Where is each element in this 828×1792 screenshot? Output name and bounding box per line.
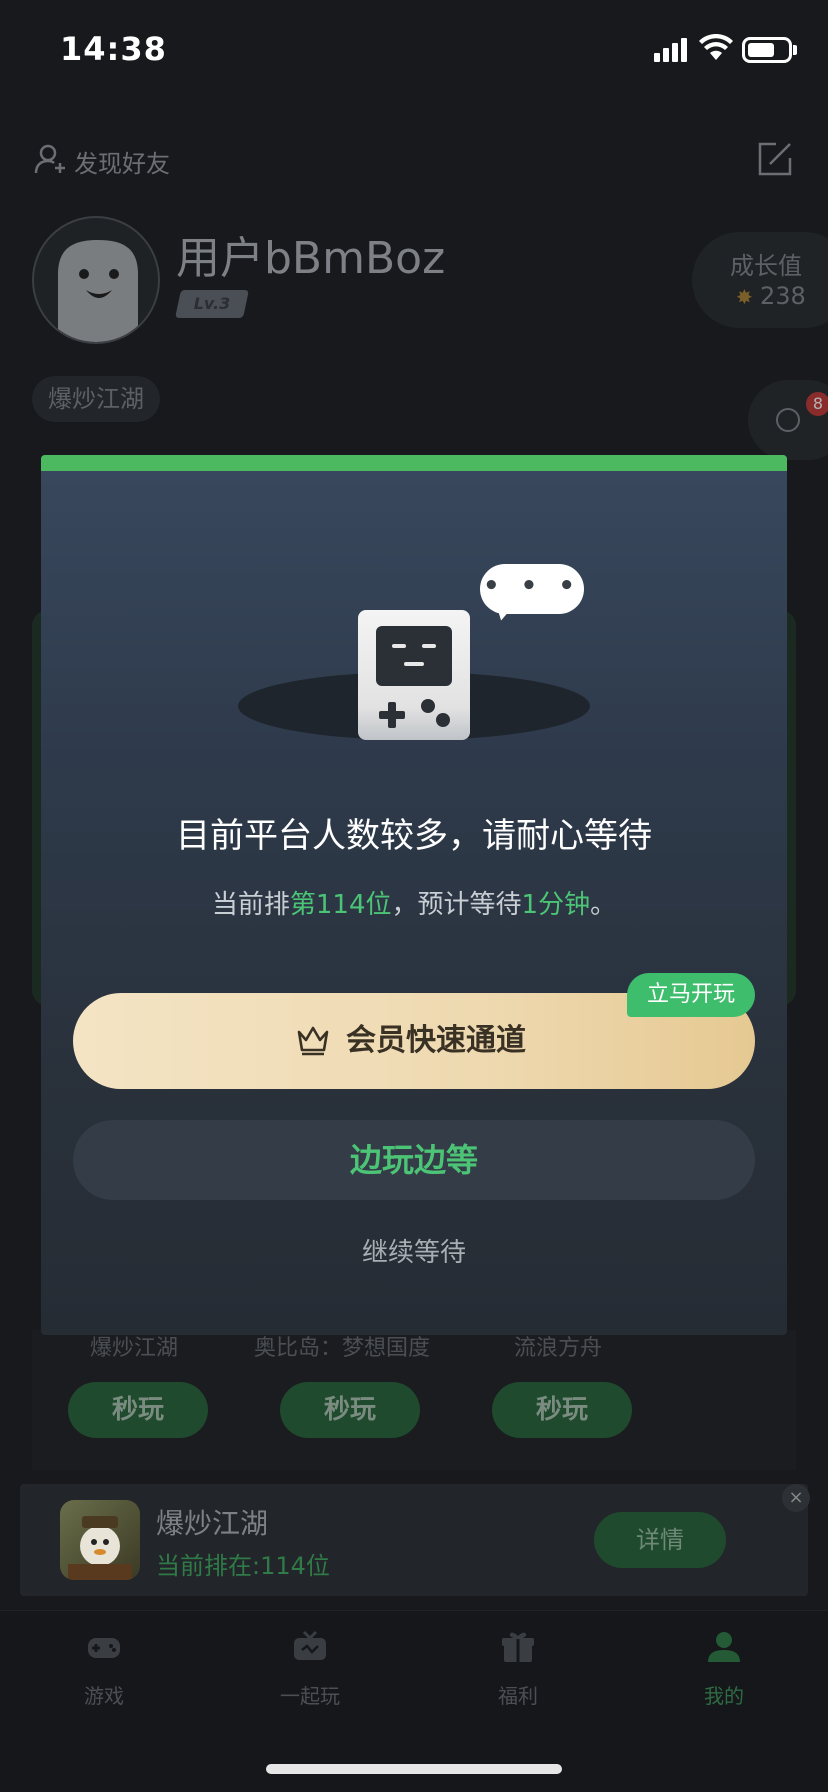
wifi-icon	[699, 34, 733, 60]
home-indicator[interactable]	[266, 1764, 562, 1774]
level-label: Lv.3	[193, 294, 231, 313]
tab-benefits[interactable]: 福利	[458, 1630, 578, 1709]
tab-games[interactable]: 游戏	[44, 1630, 164, 1709]
play-now-tag: 立马开玩	[627, 973, 755, 1017]
battery-icon	[742, 37, 792, 63]
growth-value: 238	[760, 282, 806, 310]
modal-title: 目前平台人数较多，请耐心等待	[176, 816, 652, 856]
avatar[interactable]	[32, 216, 160, 344]
level-badge: Lv.3	[175, 290, 249, 318]
close-icon[interactable]: ×	[782, 1484, 810, 1512]
gamepad-icon	[88, 1638, 120, 1658]
instant-play-button[interactable]: 秒玩	[68, 1382, 208, 1438]
tab-label: 游戏	[84, 1684, 124, 1708]
continue-waiting-button[interactable]: 继续等待	[41, 1232, 787, 1269]
game-chip-label: 爆炒江湖	[48, 385, 144, 413]
battery-tip	[793, 45, 797, 55]
game-art-icon	[68, 1516, 132, 1580]
queue-info-prefix: 当前排	[211, 890, 290, 920]
user-icon	[708, 1632, 740, 1662]
growth-label: 成长值	[730, 252, 802, 280]
instant-play-button[interactable]: 秒玩	[280, 1382, 420, 1438]
tab-label: 福利	[498, 1684, 538, 1708]
tab-label: 一起玩	[280, 1684, 340, 1708]
edit-icon[interactable]	[756, 140, 794, 178]
game-thumbnail	[60, 1500, 140, 1580]
queue-info-suffix: 。	[590, 890, 617, 920]
tv-icon	[294, 1630, 326, 1660]
tab-label: 我的	[704, 1684, 744, 1708]
add-friend-icon[interactable]	[34, 142, 68, 176]
queue-position: 第114位	[289, 890, 392, 920]
game-console-icon	[358, 610, 470, 740]
tab-play-together[interactable]: 一起玩	[250, 1630, 370, 1709]
message-icon	[776, 408, 800, 432]
star-icon: ✸	[736, 285, 753, 309]
game-chip[interactable]: 爆炒江湖	[32, 376, 160, 422]
gift-icon	[502, 1632, 534, 1662]
signal-icon	[654, 38, 688, 62]
detail-button[interactable]: 详情	[594, 1512, 726, 1568]
status-time: 14:38	[60, 30, 167, 68]
queue-status: 当前排在:114位	[156, 1552, 330, 1580]
tab-mine[interactable]: 我的	[664, 1630, 784, 1709]
username: 用户bBmBoz	[176, 233, 446, 284]
modal-top-accent	[41, 455, 787, 471]
queue-info: 当前排第114位，预计等待1分钟。	[41, 884, 787, 921]
queue-info-middle: ，预计等待	[391, 890, 522, 920]
find-friends-label[interactable]: 发现好友	[74, 144, 170, 179]
queue-title: 爆炒江湖	[156, 1507, 269, 1540]
wait-time: 1分钟	[521, 890, 591, 920]
instant-play-button[interactable]: 秒玩	[492, 1382, 632, 1438]
ghost-avatar-icon	[58, 240, 138, 342]
ellipsis-icon: • • •	[483, 571, 581, 601]
play-while-waiting-button[interactable]: 边玩边等	[73, 1120, 755, 1200]
message-badge: 8	[806, 392, 828, 416]
